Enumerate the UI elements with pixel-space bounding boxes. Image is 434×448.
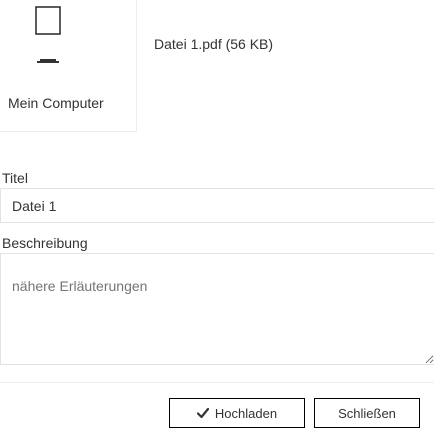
computer-icon <box>35 6 61 64</box>
title-input[interactable] <box>0 188 434 223</box>
title-label: Titel <box>2 170 28 186</box>
close-button-label: Schließen <box>338 405 396 421</box>
upload-button-label: Hochladen <box>214 405 278 421</box>
description-textarea[interactable] <box>0 253 434 365</box>
description-label: Beschreibung <box>2 235 88 251</box>
selected-file-info: Datei 1.pdf (56 KB) <box>154 36 274 52</box>
check-icon <box>196 407 209 419</box>
upload-button[interactable]: Hochladen <box>169 398 305 428</box>
close-button[interactable]: Schließen <box>314 398 420 428</box>
source-label: Mein Computer <box>8 95 104 111</box>
source-tile-my-computer[interactable]: Mein Computer <box>0 0 137 132</box>
footer-divider <box>0 382 434 383</box>
